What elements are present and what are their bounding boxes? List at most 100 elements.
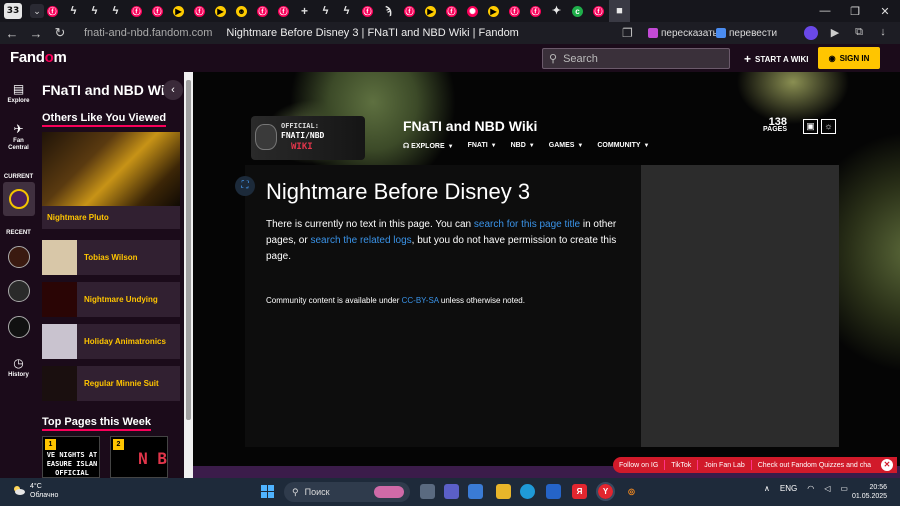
browser-tab[interactable]: ⓕ	[252, 0, 273, 22]
search-input[interactable]: ⚲ Search	[542, 48, 730, 69]
back-arrow-icon[interactable]: ←	[0, 26, 24, 41]
browser-tab[interactable]: ⓕ	[126, 0, 147, 22]
sign-in-button[interactable]: ◉ SIGN IN	[818, 47, 880, 69]
download-icon[interactable]: ↓	[876, 26, 890, 40]
browser-tab[interactable]: ⓕ	[189, 0, 210, 22]
yandex-browser-icon[interactable]: Y	[596, 482, 615, 501]
fan-central-button[interactable]: ✈ Fan Central	[0, 122, 37, 152]
forward-arrow-icon[interactable]: →	[24, 26, 48, 41]
browser-tab[interactable]: ✺	[462, 0, 483, 22]
browser-tab[interactable]: ϡ	[378, 0, 399, 22]
tray-chevron-icon[interactable]: ∧	[764, 484, 770, 493]
fan-favicon-icon: ⓕ	[446, 5, 457, 17]
start-wiki-button[interactable]: + START A WIKI	[744, 52, 809, 66]
bookmark-icon[interactable]: ❐	[622, 26, 633, 40]
volume-icon[interactable]: ◁	[824, 484, 830, 493]
browser-tab[interactable]: ⓕ	[399, 0, 420, 22]
discussions-icon[interactable]: ▣	[803, 119, 818, 134]
browser-tab[interactable]: ■	[609, 0, 630, 22]
sidebar-wiki-title[interactable]: FNaTI and NBD Wiki	[42, 82, 167, 98]
fandom-logo[interactable]: Fandom	[10, 49, 67, 66]
search-page-title-link[interactable]: search for this page title	[474, 219, 580, 230]
play-icon[interactable]: ▶	[828, 26, 842, 40]
wiki-logo[interactable]: OFFICIAL: FNATI/NBD WIKI	[251, 116, 365, 160]
featured-card[interactable]: Nightmare Pluto	[42, 132, 180, 229]
edge-icon[interactable]	[520, 484, 535, 499]
file-explorer-icon[interactable]	[496, 484, 511, 499]
wiki-nav-nbd[interactable]: NBD ▼	[511, 142, 535, 150]
top-page-card[interactable]: 1VE NIGHTS AT EASURE ISLAN OFFICIAL REMA…	[42, 436, 100, 478]
wiki-name[interactable]: FNaTI and NBD Wiki	[403, 118, 537, 134]
close-window-icon[interactable]: ✕	[870, 0, 900, 22]
language-indicator[interactable]: ENG	[780, 484, 797, 493]
summarize-button[interactable]: пересказать	[648, 25, 718, 41]
join-fan-lab-button[interactable]: Join Fan Lab	[698, 462, 750, 469]
browser-tab[interactable]: ⓕ	[357, 0, 378, 22]
recommendation-card[interactable]: Holiday Animatronics	[42, 324, 180, 359]
fandom-quizzes-button[interactable]: Check out Fandom Quizzes and cha	[752, 462, 877, 469]
browser-tab[interactable]: ⓕ	[525, 0, 546, 22]
browser-tab[interactable]: ϟ	[84, 0, 105, 22]
license-link[interactable]: CC-BY-SA	[402, 296, 439, 305]
tiktok-button[interactable]: TikTok	[665, 462, 697, 469]
wiki-nav-fnati[interactable]: FNATI ▼	[468, 142, 497, 150]
follow-ig-button[interactable]: Follow on IG	[613, 462, 664, 469]
current-wiki-button[interactable]	[3, 182, 35, 216]
wiki-nav-community[interactable]: COMMUNITY ▼	[597, 142, 649, 150]
browser-tab[interactable]: ⓕ	[147, 0, 168, 22]
wifi-icon[interactable]: ◠	[807, 484, 814, 493]
tab-count-badge[interactable]: 33	[4, 3, 22, 19]
browser-tab[interactable]: ⓕ	[42, 0, 63, 22]
browser-tab[interactable]: +	[294, 0, 315, 22]
browser-tab[interactable]: ☻	[231, 0, 252, 22]
browser-tab[interactable]: ▶	[168, 0, 189, 22]
minimize-icon[interactable]: —	[810, 0, 840, 22]
widgets-icon[interactable]	[468, 484, 483, 499]
close-icon[interactable]: ✕	[880, 459, 893, 471]
recent-wiki-2-avatar[interactable]	[8, 280, 30, 302]
browser-tab[interactable]: ⓕ	[504, 0, 525, 22]
url-text[interactable]: fnati-and-nbd.fandom.com	[84, 27, 212, 39]
browser-tab[interactable]: ⓕ	[441, 0, 462, 22]
browser-tab[interactable]: ϟ	[336, 0, 357, 22]
translate-button[interactable]: перевести	[716, 25, 777, 41]
browser-tab[interactable]: ⓕ	[273, 0, 294, 22]
recent-wiki-1-avatar[interactable]	[8, 246, 30, 268]
teams-icon[interactable]	[444, 484, 459, 499]
browser-tab[interactable]: ▶	[420, 0, 441, 22]
explore-button[interactable]: ▤ Explore	[0, 82, 37, 105]
browser-tab[interactable]: ϟ	[105, 0, 126, 22]
browser-tab[interactable]: ⓕ	[588, 0, 609, 22]
expand-icon[interactable]: ⛶	[235, 176, 255, 196]
store-icon[interactable]	[546, 484, 561, 499]
wiki-nav-games[interactable]: GAMES ▼	[549, 142, 584, 150]
taskbar-clock[interactable]: 20:56 01.05.2025	[852, 483, 887, 501]
alice-icon[interactable]	[804, 26, 818, 40]
browser-tab[interactable]: ▶	[210, 0, 231, 22]
recommendation-card[interactable]: Nightmare Undying	[42, 282, 180, 317]
battery-icon[interactable]: ▭	[840, 484, 848, 493]
recommendation-card[interactable]: Tobias Wilson	[42, 240, 180, 275]
blender-icon[interactable]: ◎	[624, 484, 639, 499]
taskbar-search-input[interactable]: ⚲ Поиск	[284, 482, 410, 502]
browser-tab[interactable]: c	[567, 0, 588, 22]
collapse-sidebar-icon[interactable]: ‹	[163, 80, 183, 100]
restore-icon[interactable]: ❐	[840, 0, 870, 22]
reload-icon[interactable]: ↻	[48, 25, 72, 41]
recommendation-card[interactable]: Regular Minnie Suit	[42, 366, 180, 401]
browser-tab[interactable]: ϟ	[63, 0, 84, 22]
history-button[interactable]: ◷ History	[0, 356, 37, 379]
task-view-icon[interactable]	[420, 484, 435, 499]
browser-tab[interactable]: ϟ	[315, 0, 336, 22]
browser-tab[interactable]: ▶	[483, 0, 504, 22]
recent-wiki-3-avatar[interactable]	[8, 316, 30, 338]
sidebar-scroll-thumb[interactable]	[186, 80, 191, 420]
browser-tab[interactable]: ✦	[546, 0, 567, 22]
yandex-app-icon[interactable]: Я	[572, 484, 587, 499]
extensions-icon[interactable]: ⧉	[852, 26, 866, 40]
windows-start-icon[interactable]	[261, 485, 274, 498]
top-page-card[interactable]: 2 N B	[110, 436, 168, 478]
search-related-logs-link[interactable]: search the related logs	[310, 235, 411, 246]
wiki-nav-explore[interactable]: ☊ EXPLORE ▼	[403, 142, 454, 150]
theme-toggle-icon[interactable]: ☼	[821, 119, 836, 134]
